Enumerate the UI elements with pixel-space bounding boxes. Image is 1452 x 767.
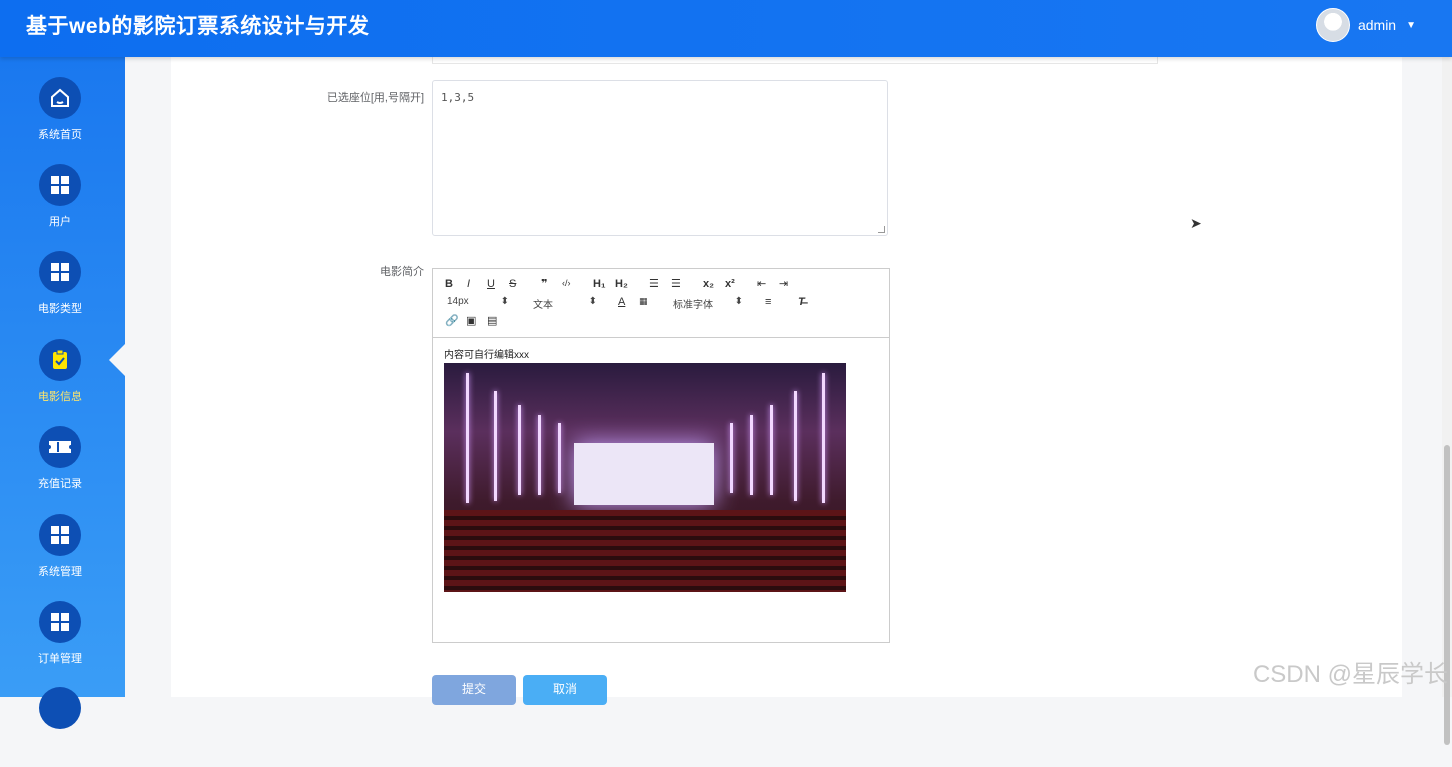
- more-icon: [39, 687, 81, 729]
- seats-value: 1,3,5: [441, 91, 475, 104]
- cancel-button[interactable]: 取消: [523, 675, 607, 705]
- sidebar-item-label: 用户: [49, 216, 71, 228]
- watermark: CSDN @星辰学长: [1252, 661, 1448, 688]
- rich-text-editor[interactable]: B I U S ❞ ‹/› H₁ H₂ ☰ ☰ x₂ x² ⇤ ⇥ 14px ⬍ …: [432, 268, 890, 643]
- sidebar-item-home[interactable]: 系统首页: [0, 77, 120, 157]
- seats-textarea[interactable]: 1,3,5: [432, 80, 888, 236]
- editor-body[interactable]: 内容可自行编辑xxx: [444, 346, 846, 592]
- sidebar-item-movie-types[interactable]: 电影类型: [0, 251, 120, 331]
- sidebar-item-label: 系统管理: [38, 566, 82, 578]
- scroll-thumb[interactable]: [1444, 445, 1450, 745]
- sidebar-item-label: 订单管理: [38, 653, 82, 665]
- grid-icon: [39, 251, 81, 293]
- background-color-icon[interactable]: ▦: [639, 296, 648, 307]
- image-icon[interactable]: ▣: [466, 314, 476, 327]
- sidebar-item-system[interactable]: 系统管理: [0, 514, 120, 594]
- sidebar-item-orders[interactable]: 订单管理: [0, 601, 120, 681]
- clear-format-icon[interactable]: T̶: [798, 296, 805, 308]
- format-select[interactable]: 文本 ⬍: [533, 296, 597, 311]
- scrollbar[interactable]: [1442, 57, 1452, 745]
- sidebar-item-label: 电影信息: [38, 391, 82, 403]
- grid-icon: [39, 601, 81, 643]
- italic-icon[interactable]: I: [467, 278, 470, 290]
- avatar[interactable]: [1315, 8, 1350, 42]
- seats-label: 已选座位[用,号隔开]: [326, 92, 424, 104]
- cinema-image: [444, 363, 846, 592]
- sidebar-item-label: 充值记录: [38, 478, 82, 490]
- align-icon[interactable]: ≡: [765, 296, 771, 308]
- mouse-cursor-icon: ➤: [1190, 215, 1202, 231]
- ticket-icon: [39, 426, 81, 468]
- bullet-list-icon[interactable]: ☰: [671, 277, 681, 290]
- bold-icon[interactable]: B: [445, 278, 453, 290]
- heading1-icon[interactable]: H₁: [593, 278, 606, 290]
- video-icon[interactable]: ▤: [487, 314, 497, 327]
- intro-label: 电影简介: [380, 266, 424, 278]
- previous-field-edge: [432, 57, 1158, 64]
- editor-toolbar: B I U S ❞ ‹/› H₁ H₂ ☰ ☰ x₂ x² ⇤ ⇥ 14px ⬍ …: [433, 269, 889, 338]
- sidebar-item-recharge[interactable]: 充值记录: [0, 426, 120, 506]
- sidebar-item-label: 电影类型: [38, 303, 82, 315]
- sidebar: 系统首页 用户 电影类型 电影信息 充值记录 系统管理 订单管理: [0, 57, 125, 729]
- indent-increase-icon[interactable]: ⇥: [779, 277, 788, 290]
- top-bar: 基于web的影院订票系统设计与开发 admin ▼: [0, 0, 1452, 57]
- chevron-down-icon[interactable]: ▼: [1406, 20, 1416, 31]
- font-size-select[interactable]: 14px ⬍: [447, 296, 509, 307]
- ordered-list-icon[interactable]: ☰: [649, 277, 659, 290]
- link-icon[interactable]: 🔗: [445, 314, 459, 327]
- resize-handle[interactable]: [878, 226, 885, 233]
- indent-decrease-icon[interactable]: ⇤: [757, 277, 766, 290]
- grid-icon: [39, 514, 81, 556]
- code-icon[interactable]: ‹/›: [562, 278, 571, 288]
- submit-button[interactable]: 提交: [432, 675, 516, 705]
- font-family-select[interactable]: 标准字体 ⬍: [673, 296, 743, 311]
- app-title: 基于web的影院订票系统设计与开发: [26, 15, 370, 38]
- active-indicator: [109, 344, 125, 376]
- sidebar-item-label: 系统首页: [38, 129, 82, 141]
- editor-text: 内容可自行编辑xxx: [444, 350, 529, 361]
- sidebar-item-movie-info[interactable]: 电影信息: [0, 339, 120, 419]
- username[interactable]: admin: [1358, 17, 1396, 33]
- grid-icon: [39, 164, 81, 206]
- quote-icon[interactable]: ❞: [541, 277, 547, 290]
- subscript-icon[interactable]: x₂: [703, 278, 714, 290]
- user-menu[interactable]: admin ▼: [1315, 8, 1416, 42]
- sidebar-item-users[interactable]: 用户: [0, 164, 120, 244]
- superscript-icon[interactable]: x²: [725, 278, 735, 290]
- home-icon: [39, 77, 81, 119]
- strikethrough-icon[interactable]: S: [509, 278, 516, 290]
- sidebar-item-more[interactable]: [0, 687, 120, 767]
- font-color-icon[interactable]: A: [618, 296, 625, 308]
- clipboard-check-icon: [39, 339, 81, 381]
- heading2-icon[interactable]: H₂: [615, 278, 628, 290]
- underline-icon[interactable]: U: [487, 278, 495, 290]
